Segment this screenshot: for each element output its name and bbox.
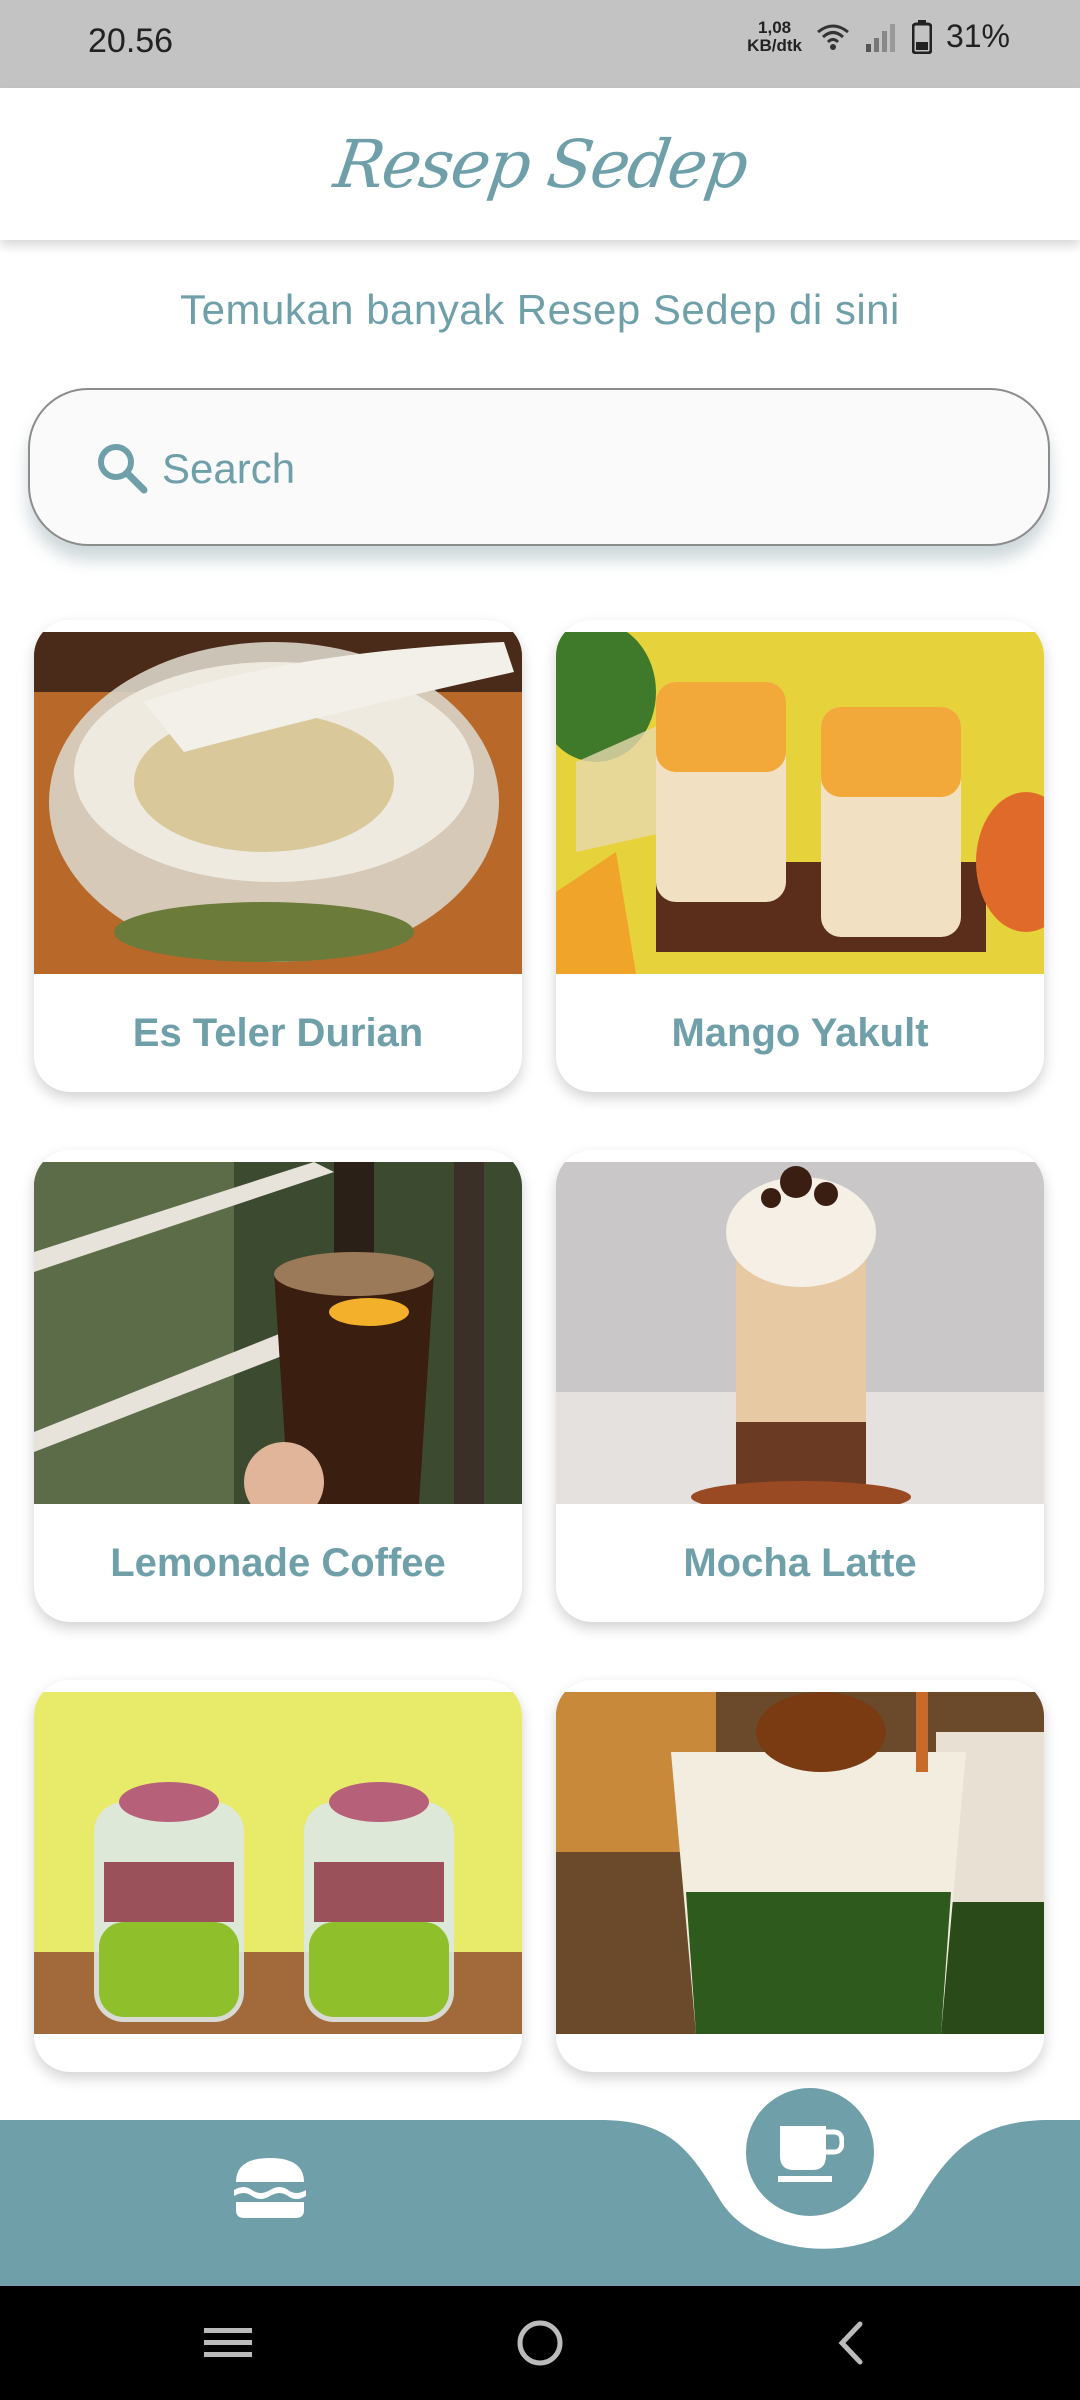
recipe-card-mango-yakult[interactable]: Mango Yakult <box>556 620 1044 1092</box>
recipe-image-lemonade-coffee <box>34 1162 522 1504</box>
recipe-image-mango-yakult <box>556 632 1044 974</box>
recipe-title <box>556 2034 1044 2072</box>
battery-icon <box>911 19 932 54</box>
recipe-card[interactable] <box>556 1680 1044 2072</box>
recipe-image-es-teler-durian <box>34 632 522 974</box>
recipe-title: Lemonade Coffee <box>110 1540 446 1585</box>
recipe-title: Mango Yakult <box>671 1010 929 1055</box>
bottom-navigation <box>0 2088 1080 2286</box>
status-icons: 1,08 KB/dtk 31% <box>747 18 1010 55</box>
battery-percent: 31% <box>945 18 1010 54</box>
bottom-nav-background <box>0 2120 1080 2286</box>
recipe-card-es-teler-durian[interactable]: Es Teler Durian <box>34 620 522 1092</box>
app-bar: Resep Sedep <box>0 88 1080 240</box>
recipe-image <box>34 1692 522 2034</box>
recipe-card[interactable] <box>34 1680 522 2072</box>
network-speed-unit: KB/dtk <box>747 35 802 55</box>
network-speed-value: 1,08 <box>758 17 792 37</box>
search-icon <box>98 444 148 494</box>
status-time: 20.56 <box>88 22 174 60</box>
signal-icon <box>865 23 895 52</box>
burger-icon[interactable] <box>232 2156 308 2220</box>
coffee-cup-icon <box>778 2126 844 2182</box>
coffee-nav-button[interactable] <box>746 2088 874 2216</box>
recipe-title <box>34 2034 522 2072</box>
search-bar[interactable] <box>28 388 1050 546</box>
search-input[interactable] <box>160 430 984 508</box>
recipe-card-lemonade-coffee[interactable]: Lemonade Coffee <box>34 1150 522 1622</box>
recipe-card-mocha-latte[interactable]: Mocha Latte <box>556 1150 1044 1622</box>
recipe-title: Mocha Latte <box>683 1540 917 1585</box>
wifi-icon <box>817 24 849 50</box>
network-speed: 1,08 KB/dtk <box>747 17 802 55</box>
back-icon[interactable] <box>822 2316 882 2370</box>
recents-icon[interactable] <box>198 2316 258 2370</box>
app-title: Resep Sedep <box>329 125 751 203</box>
status-bar: 20.56 1,08 KB/dtk 31% <box>0 0 1080 88</box>
recipe-image <box>556 1692 1044 2034</box>
recipe-image-mocha-latte <box>556 1162 1044 1504</box>
recipe-title: Es Teler Durian <box>132 1010 424 1055</box>
home-icon[interactable] <box>510 2316 570 2370</box>
page-subtitle: Temukan banyak Resep Sedep di sini <box>180 286 900 333</box>
system-navigation-bar <box>0 2286 1080 2400</box>
